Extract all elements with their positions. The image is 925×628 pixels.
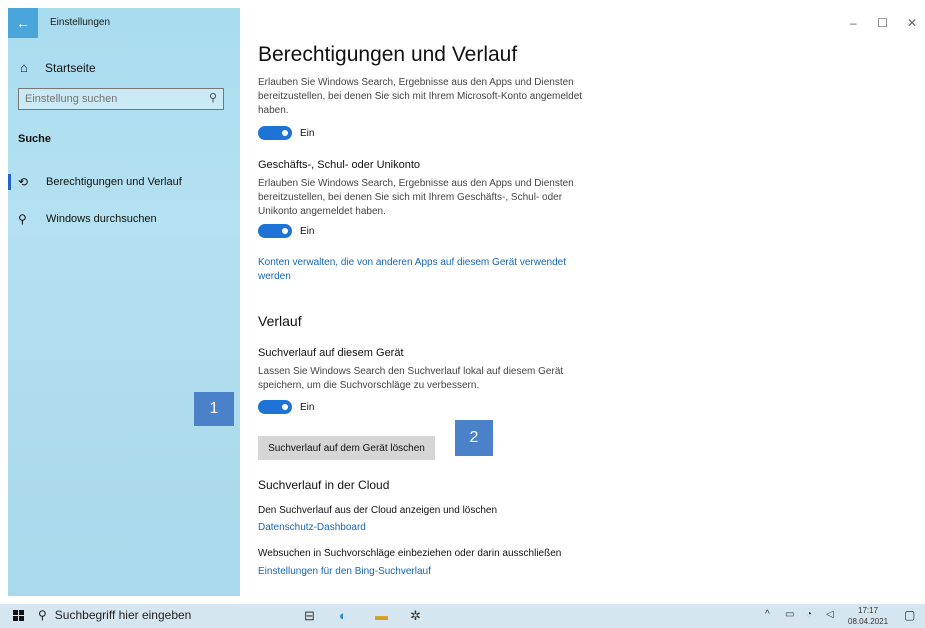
search-icon: ⚲ [18, 212, 27, 226]
taskbar-clock[interactable]: 17:17 08.04.2021 [848, 605, 888, 627]
settings-window: ← Einstellungen ⌂ Startseite ⚲ Suche ⟲ B… [8, 8, 925, 596]
sidebar-item-label: Berechtigungen und Verlauf [46, 176, 182, 188]
ms-account-description: Erlauben Sie Windows Search, Ergebnisse … [258, 77, 583, 116]
cloud-history-description: Den Suchverlauf aus der Cloud anzeigen u… [258, 505, 498, 516]
taskbar: ⚲ Suchbegriff hier eingeben ⊟ ◐ ▬ ✲ ^ ▭ … [0, 604, 925, 628]
search-icon: ⚲ [38, 608, 47, 622]
toggle-label: Ein [300, 127, 315, 139]
toggle-track [258, 224, 292, 238]
close-button[interactable]: ✕ [899, 16, 925, 30]
toggle-knob [282, 228, 288, 234]
bing-history-link[interactable]: Einstellungen für den Bing-Suchverlauf [258, 565, 588, 579]
section-label: Suche [18, 133, 52, 145]
file-explorer-icon[interactable]: ▬ [375, 608, 388, 623]
volume-icon[interactable]: ◁ [826, 609, 834, 620]
device-history-description: Lassen Sie Windows Search den Suchverlau… [258, 366, 564, 391]
sidebar-item-windows-search[interactable]: ⚲ Windows durchsuchen [8, 207, 240, 231]
sidebar-item-label: Windows durchsuchen [46, 213, 157, 225]
toggle-label: Ein [300, 225, 315, 237]
toggle-knob [282, 130, 288, 136]
clear-history-button[interactable]: Suchverlauf auf dem Gerät löschen [258, 436, 435, 460]
work-account-heading: Geschäfts-, Schul- oder Unikonto [258, 159, 421, 171]
notification-icon[interactable]: ▢ [904, 608, 915, 622]
toggle-track [258, 126, 292, 140]
toggle-label: Ein [300, 401, 315, 413]
work-account-description: Erlauben Sie Windows Search, Ergebnisse … [258, 178, 574, 217]
task-view-icon[interactable]: ⊟ [304, 608, 315, 624]
clock-date: 08.04.2021 [848, 617, 889, 626]
back-arrow-icon: ← [16, 15, 30, 31]
sidebar-item-permissions[interactable]: ⟲ Berechtigungen und Verlauf [8, 170, 240, 194]
work-account-toggle[interactable]: Ein [258, 224, 314, 238]
taskbar-search-placeholder: Suchbegriff hier eingeben [54, 608, 192, 622]
main-content: – ☐ ✕ Berechtigungen und Verlauf Erlaube… [258, 8, 925, 596]
back-button[interactable]: ← [8, 8, 38, 38]
nav-home[interactable]: ⌂ Startseite [20, 60, 96, 75]
network-icon[interactable]: ◔ [806, 609, 812, 620]
minimize-button[interactable]: – [840, 16, 866, 30]
clock-time: 17:17 [858, 606, 879, 615]
window-controls: – ☐ ✕ [840, 16, 925, 30]
annotation-marker-1: 1 [194, 392, 234, 426]
permissions-icon: ⟲ [18, 175, 29, 189]
annotation-marker-2: 2 [455, 420, 493, 456]
history-heading: Verlauf [258, 313, 302, 329]
battery-icon[interactable]: ▭ [785, 609, 794, 620]
privacy-dashboard-link[interactable]: Datenschutz-Dashboard [258, 521, 588, 535]
cloud-history-heading: Suchverlauf in der Cloud [258, 478, 390, 492]
settings-search-input[interactable] [19, 89, 195, 109]
toggle-knob [282, 404, 288, 410]
settings-search-box: ⚲ [18, 88, 224, 110]
search-icon[interactable]: ⚲ [209, 91, 217, 104]
home-icon: ⌂ [20, 60, 28, 75]
web-search-description: Websuchen in Suchvorschläge einbeziehen … [258, 548, 562, 559]
settings-gear-icon[interactable]: ✲ [410, 608, 421, 624]
chevron-up-icon[interactable]: ^ [765, 609, 770, 620]
title-bar: ← Einstellungen [8, 8, 240, 38]
edge-browser-icon[interactable]: ◐ [339, 608, 347, 623]
start-button[interactable] [13, 610, 24, 621]
page-title: Berechtigungen und Verlauf [258, 43, 518, 66]
ms-account-toggle[interactable]: Ein [258, 126, 314, 140]
maximize-button[interactable]: ☐ [870, 16, 896, 30]
taskbar-search[interactable]: ⚲ Suchbegriff hier eingeben [38, 608, 191, 622]
sidebar: ← Einstellungen ⌂ Startseite ⚲ Suche ⟲ B… [8, 8, 240, 596]
nav-home-label: Startseite [45, 60, 96, 75]
toggle-track [258, 400, 292, 414]
manage-accounts-link[interactable]: Konten verwalten, die von anderen Apps a… [258, 256, 588, 284]
app-title: Einstellungen [50, 17, 111, 28]
device-history-heading: Suchverlauf auf diesem Gerät [258, 347, 404, 359]
device-history-toggle[interactable]: Ein [258, 400, 314, 414]
